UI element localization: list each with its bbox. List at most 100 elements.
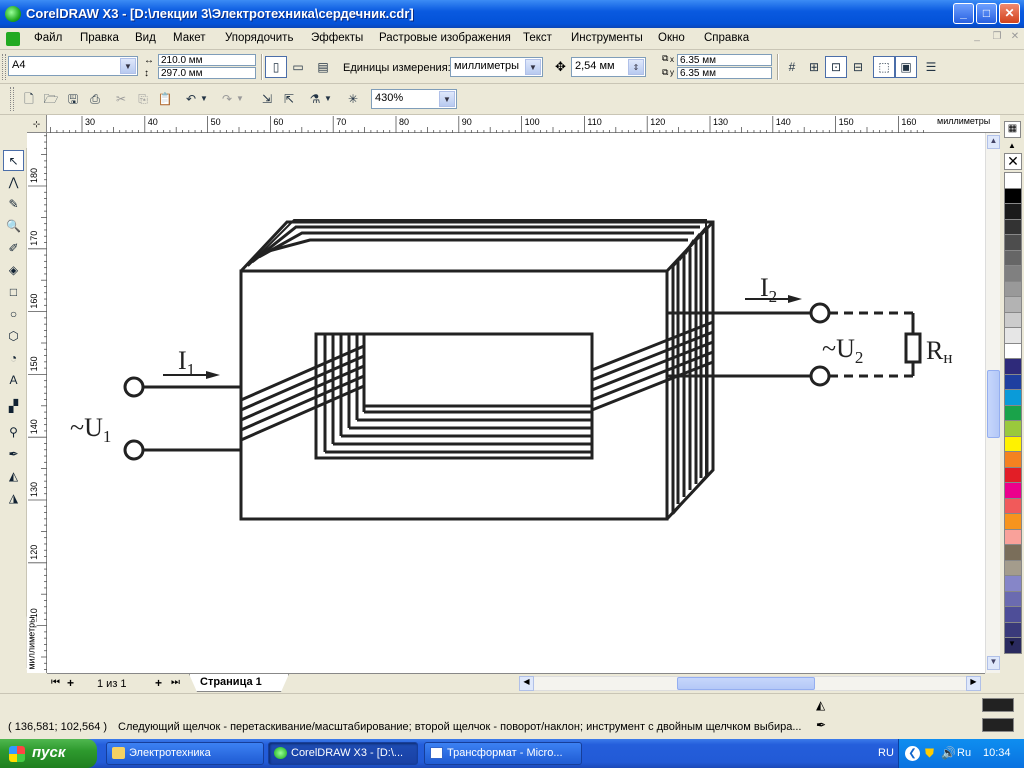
color-swatch[interactable]	[1004, 420, 1022, 437]
snap-objects-button[interactable]: ⊡	[825, 56, 847, 78]
doc-restore-icon[interactable]: ❐	[990, 31, 1004, 45]
h-scroll-thumb[interactable]	[677, 677, 815, 690]
horizontal-ruler[interactable]: 30 40 50 60 70 80 90 100 110 120 130 140 150 160 милл…	[47, 115, 1000, 133]
close-button[interactable]: ✕	[999, 3, 1020, 24]
color-swatch[interactable]	[1004, 327, 1022, 344]
menu-window[interactable]: Окно	[658, 32, 685, 44]
task-electrotechnika[interactable]: Электротехника	[106, 742, 264, 765]
outline-color-indicator[interactable]	[982, 718, 1014, 732]
color-swatch[interactable]	[1004, 203, 1022, 220]
print-icon[interactable]: ⎙	[84, 88, 106, 110]
color-swatch[interactable]	[1004, 249, 1022, 267]
coreldraw-app-icon[interactable]	[5, 6, 21, 22]
color-swatch[interactable]	[1004, 265, 1022, 282]
palette-scroll-down-icon[interactable]: ▼	[1008, 639, 1016, 648]
language-indicator[interactable]: RU	[878, 747, 894, 759]
color-swatch[interactable]	[1004, 342, 1022, 360]
last-page-icon[interactable]: ⏭	[171, 677, 180, 688]
doc-minimize-icon[interactable]: _	[970, 31, 984, 45]
color-swatch[interactable]	[1004, 218, 1022, 236]
copy-icon[interactable]: ⎘	[132, 88, 154, 110]
scroll-down-icon[interactable]: ▼	[987, 656, 1000, 670]
nudge-distance-field[interactable]: 2,54 мм ⇕	[571, 57, 646, 77]
cut-icon[interactable]: ✂	[110, 88, 132, 110]
first-page-icon[interactable]: ⏮	[51, 677, 60, 688]
launcher-dropdown-icon[interactable]: ▼	[322, 88, 334, 110]
fill-color-indicator[interactable]	[982, 698, 1014, 712]
show-hidden-icons-icon[interactable]: ❮	[905, 746, 920, 761]
color-swatch[interactable]	[1004, 358, 1022, 375]
redo-dropdown-icon[interactable]: ▼	[234, 88, 246, 110]
new-file-icon[interactable]: 🗋	[18, 88, 40, 110]
scroll-right-icon[interactable]: ▶	[966, 676, 981, 691]
scroll-left-icon[interactable]: ◀	[519, 676, 534, 691]
color-swatch[interactable]	[1004, 451, 1022, 468]
palette-scroll-up-icon[interactable]: ▲	[1008, 141, 1016, 150]
task-coreldraw[interactable]: CorelDRAW X3 - [D:\...	[268, 742, 418, 765]
color-swatch[interactable]	[1004, 311, 1022, 329]
vertical-scrollbar[interactable]: ▲ ▼	[985, 133, 1000, 673]
fill-bucket-icon[interactable]: ◭	[816, 698, 825, 712]
page-layout-button[interactable]: ▤	[312, 56, 334, 78]
menu-view[interactable]: Вид	[135, 32, 156, 44]
text-tool-icon[interactable]: A	[3, 370, 24, 391]
outline-pen-icon[interactable]: ✒	[816, 718, 826, 732]
menu-file[interactable]: Файл	[34, 32, 62, 44]
landscape-button[interactable]: ▭	[287, 56, 309, 78]
speaker-icon[interactable]: 🔊	[941, 746, 956, 760]
security-shield-icon[interactable]: ⛊	[925, 746, 934, 761]
color-swatch[interactable]	[1004, 404, 1022, 422]
add-page-after-icon[interactable]: +	[155, 676, 162, 690]
drawing-canvas[interactable]: I1 ~U1 I2 ~U2 Rн	[47, 133, 985, 673]
color-swatch[interactable]	[1004, 513, 1022, 530]
basic-shapes-tool-icon[interactable]: ◔	[3, 348, 24, 369]
color-swatch[interactable]	[1004, 575, 1022, 592]
color-swatch[interactable]	[1004, 172, 1022, 189]
interactive-fill-tool-icon[interactable]: ◮	[3, 488, 24, 509]
undo-dropdown-icon[interactable]: ▼	[198, 88, 210, 110]
export-icon[interactable]: ⇱	[278, 88, 300, 110]
rectangle-tool-icon[interactable]: □	[3, 282, 24, 303]
ellipse-tool-icon[interactable]: ○	[3, 304, 24, 325]
tab-page-1[interactable]: Страница 1	[189, 674, 289, 692]
menu-bitmaps[interactable]: Растровые изображения	[379, 32, 511, 44]
color-swatch[interactable]	[1004, 528, 1022, 546]
no-fill-swatch[interactable]: ✕	[1004, 153, 1022, 170]
doc-close-icon[interactable]: ✕	[1008, 31, 1022, 45]
menu-help[interactable]: Справка	[704, 32, 749, 44]
transformer-diagram[interactable]: I1 ~U1 I2 ~U2 Rн	[47, 133, 985, 673]
smart-fill-tool-icon[interactable]: ◈	[3, 260, 24, 281]
save-icon[interactable]: 🖫	[62, 88, 84, 110]
spin-icon[interactable]: ⇕	[628, 59, 644, 75]
freehand-tool-icon[interactable]: ✐	[3, 238, 24, 259]
color-swatch[interactable]	[1004, 389, 1022, 406]
options-button[interactable]: ☰	[920, 56, 942, 78]
polygon-tool-icon[interactable]: ⬡	[3, 326, 24, 347]
task-word-document[interactable]: Трансформат - Micro...	[424, 742, 582, 765]
add-page-before-icon[interactable]: +	[67, 676, 74, 690]
paper-size-select[interactable]: A4 ▼	[8, 56, 138, 76]
draw-bounds-button[interactable]: ▣	[895, 56, 917, 78]
portrait-button[interactable]: ▯	[265, 56, 287, 78]
scroll-up-icon[interactable]: ▲	[987, 135, 1000, 149]
color-swatch[interactable]	[1004, 544, 1022, 561]
pick-tool-icon[interactable]: ↖	[3, 150, 24, 171]
clock[interactable]: 10:34	[983, 747, 1011, 759]
ruler-origin-icon[interactable]: ⊹	[27, 115, 47, 133]
minimize-button[interactable]: _	[953, 3, 974, 24]
color-swatch[interactable]	[1004, 280, 1022, 298]
color-swatch[interactable]	[1004, 296, 1022, 313]
page-width-field[interactable]: 210.0 мм	[158, 54, 256, 66]
snap-guides-button[interactable]: ⊞	[803, 56, 825, 78]
duplicate-y-field[interactable]: 6.35 мм	[677, 67, 772, 79]
welcome-screen-icon[interactable]: ✳	[342, 88, 364, 110]
color-swatch[interactable]	[1004, 466, 1022, 484]
snap-grid-button[interactable]: #	[781, 56, 803, 78]
color-swatch[interactable]	[1004, 606, 1022, 623]
chevron-down-icon[interactable]: ▼	[525, 59, 541, 75]
units-select[interactable]: миллиметры ▼	[450, 57, 543, 77]
chevron-down-icon[interactable]: ▼	[439, 91, 455, 107]
crop-tool-icon[interactable]: ✎	[3, 194, 24, 215]
menu-arrange[interactable]: Упорядочить	[225, 32, 293, 44]
color-swatch[interactable]	[1004, 435, 1022, 453]
